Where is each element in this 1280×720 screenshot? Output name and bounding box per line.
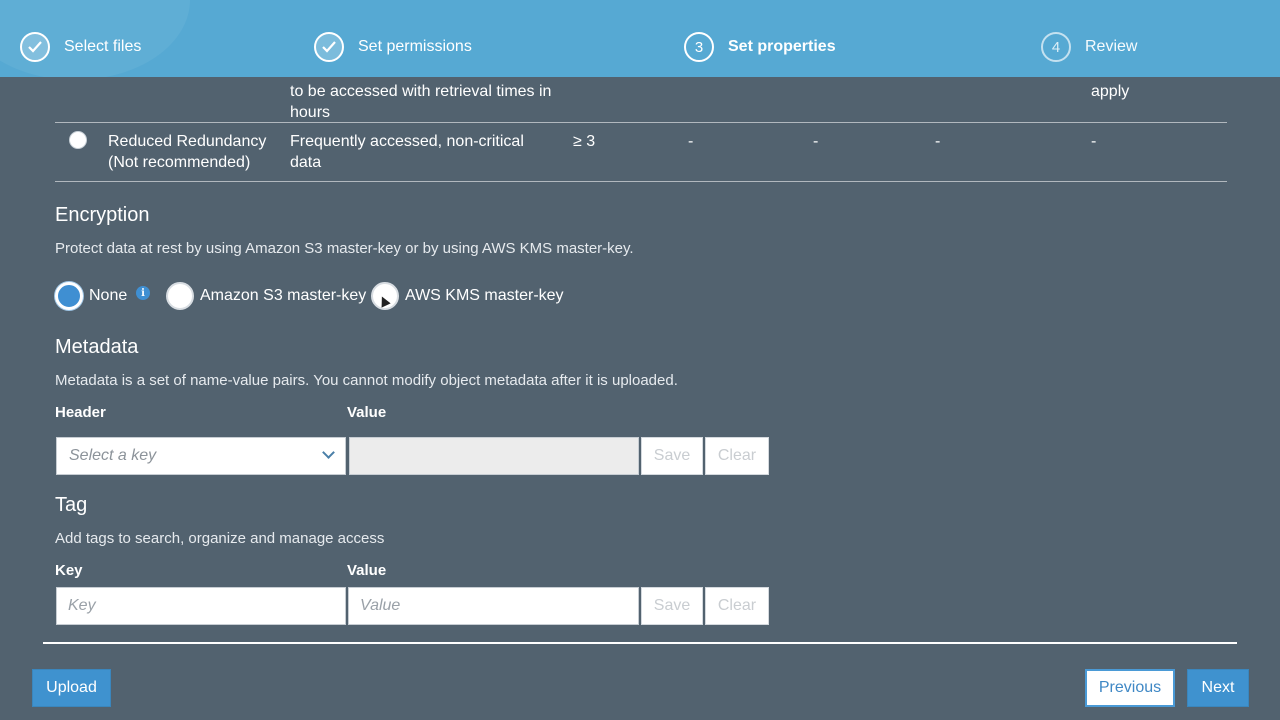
tag-clear-button[interactable]: Clear	[705, 587, 769, 625]
storage-desc-line: data	[290, 154, 322, 171]
storage-cell: -	[688, 133, 694, 150]
tag-description: Add tags to search, organize and manage …	[55, 530, 385, 547]
storage-class-radio[interactable]	[69, 131, 87, 149]
footer-divider	[43, 642, 1237, 644]
storage-desc-line: hours	[290, 104, 331, 121]
metadata-save-button[interactable]: Save	[641, 437, 703, 475]
storage-desc-line: Frequently accessed, non-critical	[290, 133, 524, 150]
info-icon[interactable]: i	[136, 286, 150, 300]
storage-cell: apply	[1091, 83, 1130, 100]
metadata-key-select-value: Select a key	[69, 447, 157, 464]
table-row-divider	[55, 122, 1227, 123]
storage-cell: ≥ 3	[573, 133, 596, 150]
metadata-heading: Metadata	[55, 336, 139, 358]
wizard-step-bar: Select files Set permissions 3 Set prope…	[0, 0, 1280, 77]
encryption-none-radio[interactable]	[55, 282, 83, 310]
metadata-value-label: Value	[347, 404, 387, 421]
step-select-files[interactable]: Select files	[20, 32, 141, 62]
storage-desc-line: to be accessed with retrieval times in	[290, 83, 552, 100]
step-number: 3	[684, 32, 714, 62]
encryption-none-label[interactable]: None	[89, 287, 127, 305]
storage-cell: -	[1091, 133, 1097, 150]
metadata-clear-button[interactable]: Clear	[705, 437, 769, 475]
step-label: Select files	[64, 38, 142, 55]
storage-cell: -	[935, 133, 941, 150]
previous-button[interactable]: Previous	[1085, 669, 1175, 707]
tag-key-label: Key	[55, 562, 83, 579]
step-set-permissions[interactable]: Set permissions	[314, 32, 472, 62]
step-label: Set permissions	[358, 38, 472, 55]
storage-cell: -	[813, 133, 819, 150]
checkmark-icon	[314, 32, 344, 62]
tag-value-label: Value	[347, 562, 387, 579]
storage-class-note: (Not recommended)	[108, 154, 251, 171]
next-button[interactable]: Next	[1187, 669, 1249, 707]
tag-save-button[interactable]: Save	[641, 587, 703, 625]
tag-heading: Tag	[55, 494, 88, 516]
metadata-value-input[interactable]	[349, 437, 639, 475]
tag-key-input[interactable]	[56, 587, 346, 625]
checkmark-icon	[20, 32, 50, 62]
encryption-s3-radio[interactable]	[166, 282, 194, 310]
step-label: Set properties	[728, 38, 836, 55]
tag-value-input[interactable]	[348, 587, 639, 625]
encryption-s3-label[interactable]: Amazon S3 master-key	[200, 287, 366, 305]
encryption-heading: Encryption	[55, 204, 150, 226]
step-set-properties[interactable]: 3 Set properties	[684, 32, 836, 62]
step-label: Review	[1085, 38, 1138, 55]
encryption-kms-label[interactable]: AWS KMS master-key	[405, 287, 564, 305]
chevron-down-icon	[322, 446, 335, 459]
metadata-key-select[interactable]: Select a key	[56, 437, 346, 475]
metadata-description: Metadata is a set of name-value pairs. Y…	[55, 372, 678, 389]
upload-button[interactable]: Upload	[32, 669, 111, 707]
encryption-description: Protect data at rest by using Amazon S3 …	[55, 240, 634, 257]
step-number: 4	[1041, 32, 1071, 62]
table-row-divider	[55, 181, 1227, 182]
metadata-header-label: Header	[55, 404, 106, 421]
step-review[interactable]: 4 Review	[1041, 32, 1137, 62]
storage-class-name: Reduced Redundancy	[108, 133, 267, 150]
